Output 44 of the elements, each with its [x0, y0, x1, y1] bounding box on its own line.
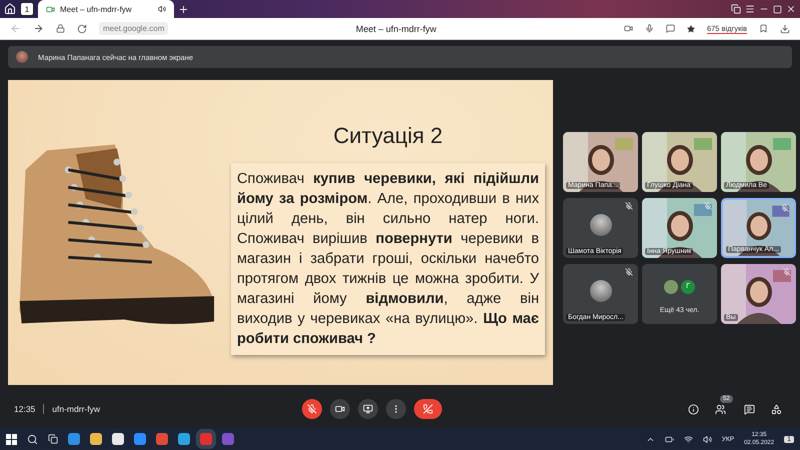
avatar-icon	[16, 51, 28, 63]
leave-call-button[interactable]	[414, 399, 442, 419]
speaker-icon[interactable]	[158, 5, 166, 13]
volume-icon[interactable]	[702, 434, 712, 444]
mic-button[interactable]	[302, 399, 322, 419]
windows-icon[interactable]	[6, 434, 17, 444]
avatar-icon	[664, 280, 678, 294]
battery-icon[interactable]	[664, 434, 674, 444]
slide-text: Споживач купив черевики, які підійшли йому за розміром. Але, проходивши в них цілий день, він сильно натер ноги. Споживач вирішив повернути черевики в магазин і забрати гроші, оскільки начебто протягом двох тижнів це можна зробити. У магазині йому відмовили, адже він виходив у черевиках «на вулицю». Що має робити споживач ?	[231, 162, 545, 354]
camera-button[interactable]	[330, 399, 350, 419]
menu-icon[interactable]	[745, 4, 755, 14]
camera-icon[interactable]	[624, 24, 633, 33]
more-button[interactable]	[386, 399, 406, 419]
wifi-icon[interactable]	[684, 434, 693, 444]
browser-tab[interactable]: Meet – ufn-mdrr-fyw	[38, 0, 174, 18]
bookmark-icon[interactable]	[759, 24, 768, 33]
download-icon[interactable]	[780, 24, 790, 34]
phone-icon	[422, 404, 433, 414]
camera-icon	[334, 404, 345, 414]
url-field[interactable]: meet.google.com	[99, 22, 168, 35]
meeting-code: ufn-mdrr-fyw	[52, 404, 100, 414]
page-title: Meet – ufn-mdrr-fyw	[354, 24, 438, 34]
avatar-icon	[590, 280, 612, 302]
people-icon	[715, 404, 726, 414]
close-icon[interactable]	[786, 4, 796, 14]
tab-counter[interactable]: 1	[20, 2, 34, 16]
present-icon	[362, 404, 373, 414]
home-icon[interactable]	[4, 3, 16, 15]
mic-icon[interactable]	[644, 24, 654, 33]
avatar-icon	[590, 214, 612, 236]
mic-off-icon	[306, 404, 317, 414]
new-tab-icon[interactable]	[178, 4, 189, 14]
star-icon	[686, 24, 695, 32]
forward-icon[interactable]	[33, 23, 44, 34]
reload-icon[interactable]	[77, 24, 87, 34]
tabs-icon[interactable]	[731, 4, 741, 14]
task-view-icon[interactable]	[48, 434, 58, 444]
maximize-icon[interactable]	[773, 4, 782, 14]
slide-title: Ситуація 2	[333, 122, 443, 148]
search-icon[interactable]	[27, 434, 38, 444]
present-button[interactable]	[358, 399, 378, 419]
meeting-time: 12:35	[14, 404, 36, 414]
lock-icon[interactable]	[56, 24, 65, 33]
chat-icon[interactable]	[666, 24, 675, 33]
